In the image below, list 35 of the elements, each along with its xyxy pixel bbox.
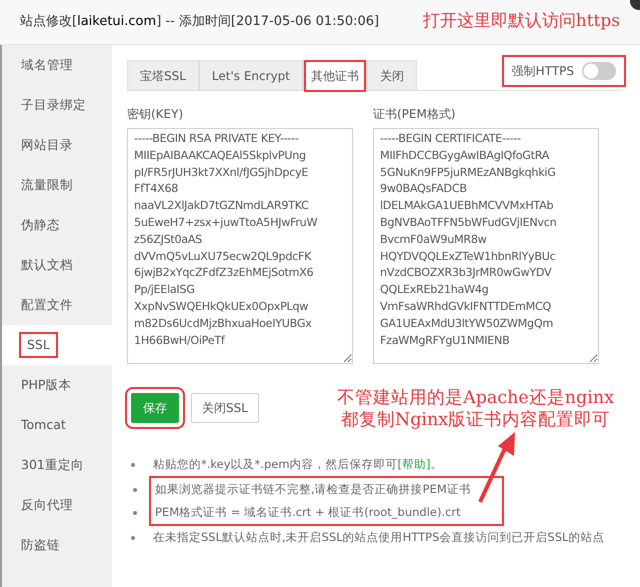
close-ssl-button[interactable]: 关闭SSL: [191, 393, 259, 423]
note-text: 粘贴您的*.key以及*.pem内容，然后保存即可[帮助]。: [153, 456, 443, 473]
arrow-drawing: [478, 432, 515, 503]
tab[interactable]: 其他证书: [303, 60, 367, 91]
sidebar-item[interactable]: SSL: [2, 325, 112, 365]
sidebar-item[interactable]: 默认文档: [2, 245, 112, 285]
bullet-icon: [133, 510, 137, 514]
annotation-text: 都复制Nginx版证书内容配置即可: [340, 409, 612, 431]
sidebar-item[interactable]: Tomcat: [2, 405, 112, 445]
tab[interactable]: 宝塔SSL: [127, 60, 199, 90]
annotation-text: 打开这里即默认访问https: [422, 10, 620, 34]
tab[interactable]: Let's Encrypt: [198, 60, 303, 90]
sidebar-item[interactable]: 伪静态: [2, 205, 112, 245]
sidebar-item[interactable]: 流量限制: [2, 165, 112, 205]
sidebar-item[interactable]: 子目录绑定: [2, 85, 112, 125]
bullet-icon: [133, 488, 137, 492]
sidebar-item[interactable]: 网站目录: [2, 125, 112, 165]
sidebar-item[interactable]: 配置文件: [2, 285, 112, 325]
sidebar-item[interactable]: 防盗链: [2, 525, 112, 565]
field-label: 证书(PEM格式): [373, 106, 457, 123]
field-label: 密钥(KEY): [127, 106, 184, 123]
annotation-text: 不管建站用的是Apache还是nginx: [337, 387, 614, 409]
note-text: 如果浏览器提示证书链不完整,请检查是否正确拼接PEM证书: [155, 480, 471, 498]
window-title: 站点修改[laiketui.com] -- 添加时间[2017-05-06 01:50:06]: [20, 13, 380, 32]
sidebar-item[interactable]: PHP版本: [2, 365, 112, 405]
sidebar-item[interactable]: 域名管理: [2, 45, 112, 85]
bullet-icon: [131, 462, 135, 466]
sidebar-item[interactable]: 301重定向: [2, 445, 112, 485]
key-input-field[interactable]: -----BEGIN RSA PRIVATE KEY----- MIIEpAIBAAKCAQEAl5SkplvPUng pI/FR5rJUH3kt7XXnl/fJGSjhDpcyE FfT4X68 naaVL2XlJakD7tGZNmdLAR9TKC 5uEweH7+zsx+juwTtoA5HJwFruW z56ZJSt0aAS dVVmQ5vLuXU75ecw2QL9pdcFK 6jwjB2xYqcZFdfZ3zEhMEjSotmX6 Pp/jEElaISG XxpNvSWQEHkQkUEx0OpxPLqw m82Ds6UcdMjzBhxuaHoeIYUBGx 1H66BwH/OiPeTf: [127, 128, 353, 364]
bullet-icon: [131, 536, 135, 540]
tab[interactable]: 关闭: [367, 60, 417, 90]
certificate-input-field[interactable]: -----BEGIN CERTIFICATE----- MIIFhDCCBGygAwIBAgIQfoGtRA 5GNuKn9FP5juRMEzANBgkqhkiG 9w0BAQsFADCB lDELMAkGA1UEBhMCVVMxHTAb BgNVBAoTFFN5bWFudGVjIENvcn BvcmF0aW9uMR8w HQYDVQQLExZTeW1hbnRlYyBUc nVzdCBOZXR3b3JrMR0wGwYDV QQLExREb21haW4g VmFsaWRhdGVkIFNTTDEmMCQ GA1UEAxMdU3ltYW50ZWMgQm FzaWMgRFYgU1NMIENB: [373, 128, 599, 364]
note-text: PEM格式证书 = 域名证书.crt + 根证书(root_bundle).crt: [155, 504, 461, 521]
note-text: 在未指定SSL默认站点时,未开启SSL的站点使用HTTPS会直接访问到已开启SSL的站点: [153, 528, 604, 546]
sidebar-item[interactable]: 反向代理: [2, 485, 112, 525]
